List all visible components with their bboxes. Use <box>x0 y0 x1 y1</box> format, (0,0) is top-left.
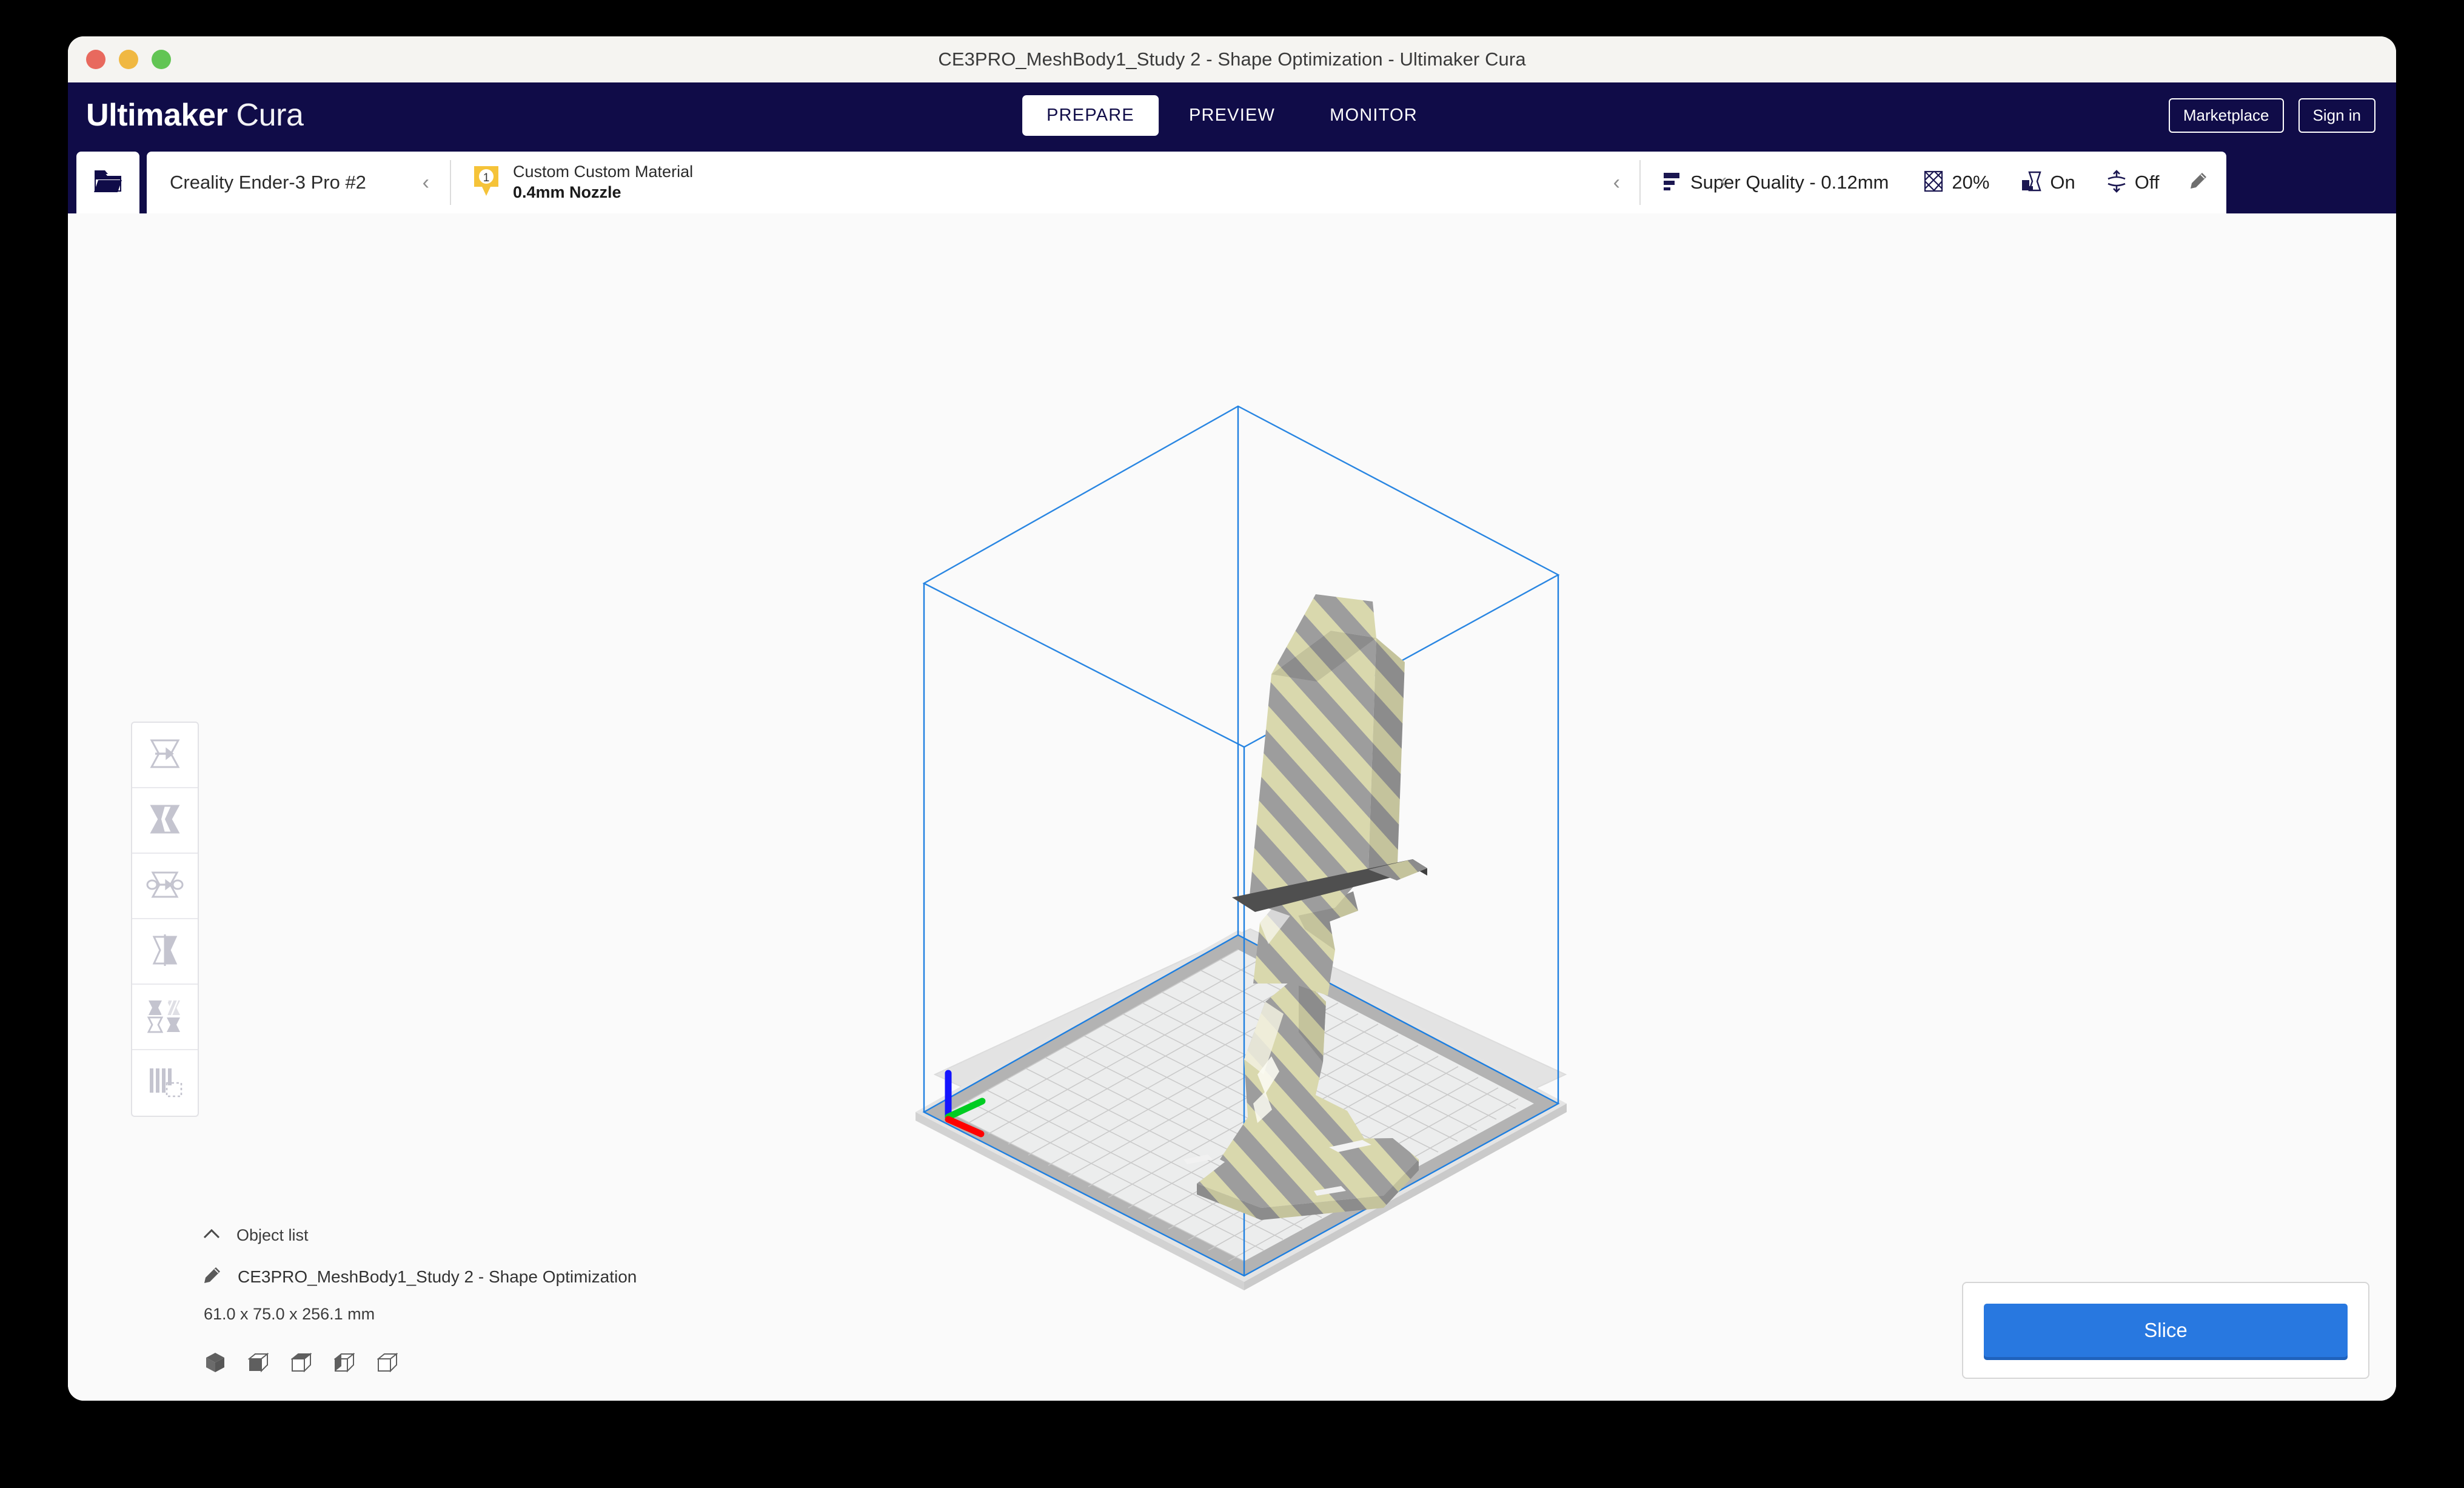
window-title: CE3PRO_MeshBody1_Study 2 - Shape Optimiz… <box>938 49 1526 70</box>
pencil-icon[interactable] <box>2188 171 2208 195</box>
adhesion-state: Off <box>2134 172 2160 193</box>
tool-column <box>131 722 199 1117</box>
cube-normal-icon[interactable] <box>205 1352 226 1376</box>
cube-dont-support-overlap-icon[interactable] <box>333 1352 355 1376</box>
window-titlebar: CE3PRO_MeshBody1_Study 2 - Shape Optimiz… <box>68 36 2396 82</box>
infill-item: 20% <box>1923 169 1989 196</box>
configuration-group: Creality Ender-3 Pro #2 ‹ 1 Custom Custo… <box>147 152 2226 213</box>
3d-viewport[interactable]: Object list CE3PRO_MeshBody1_Study 2 - S… <box>68 213 2396 1401</box>
app-logo: Ultimaker Cura <box>86 97 304 133</box>
scale-tool[interactable] <box>132 788 198 854</box>
adhesion-icon <box>2106 169 2128 196</box>
infill-icon <box>1923 169 1944 196</box>
svg-text:1: 1 <box>483 172 490 184</box>
object-list-panel: Object list CE3PRO_MeshBody1_Study 2 - S… <box>203 1226 637 1376</box>
support-state: On <box>2050 172 2075 193</box>
object-list-header[interactable]: Object list <box>203 1226 637 1245</box>
infill-density: 20% <box>1952 172 1990 193</box>
extruder-badge-icon: 1 <box>473 165 500 201</box>
chevron-left-icon[interactable]: ‹ <box>1720 169 1727 192</box>
maximize-window-button[interactable] <box>152 50 171 69</box>
nozzle-size: 0.4mm Nozzle <box>513 183 621 201</box>
chevron-left-icon[interactable]: ‹ <box>1613 172 1620 193</box>
sign-in-button[interactable]: Sign in <box>2298 98 2375 133</box>
mirror-tool[interactable] <box>132 919 198 985</box>
folder-open-icon <box>93 169 122 197</box>
tab-prepare[interactable]: PREPARE <box>1022 95 1159 136</box>
application-window: CE3PRO_MeshBody1_Study 2 - Shape Optimiz… <box>68 36 2396 1401</box>
mesh-type-buttons <box>205 1352 637 1376</box>
material-selector[interactable]: 1 Custom Custom Material 0.4mm Nozzle ‹ <box>451 152 1639 213</box>
layer-height-icon <box>1661 170 1683 196</box>
adhesion-item: Off <box>2106 169 2160 196</box>
support-icon <box>2020 169 2043 196</box>
tab-monitor[interactable]: MONITOR <box>1305 95 1442 136</box>
rotate-icon <box>146 868 184 905</box>
cube-modify-settings-icon[interactable] <box>290 1352 312 1376</box>
chevron-left-icon[interactable]: ‹ <box>423 172 429 193</box>
scale-icon <box>147 802 183 839</box>
main-tabs: PREPARE PREVIEW MONITOR <box>1022 95 1442 136</box>
configuration-bar: Creality Ender-3 Pro #2 ‹ 1 Custom Custo… <box>68 148 2396 213</box>
slice-button[interactable]: Slice <box>1984 1304 2348 1357</box>
chevron-up-icon[interactable] <box>203 1228 221 1243</box>
mirror-icon <box>147 933 183 970</box>
material-name: Custom Custom Material <box>513 163 694 181</box>
build-scene <box>68 213 2396 1401</box>
build-plate-surface <box>916 930 1567 1290</box>
per-model-settings-tool[interactable] <box>132 985 198 1050</box>
close-window-button[interactable] <box>86 50 105 69</box>
print-settings-collapse[interactable]: ‹ <box>1720 170 1727 191</box>
object-list-title: Object list <box>236 1226 309 1244</box>
support-blocker-icon <box>146 1065 184 1102</box>
object-name: CE3PRO_MeshBody1_Study 2 - Shape Optimiz… <box>238 1267 637 1286</box>
brand-cura: Cura <box>236 98 304 133</box>
traffic-lights <box>86 50 171 69</box>
brand-ultimaker: Ultimaker <box>86 98 228 133</box>
rotate-tool[interactable] <box>132 854 198 919</box>
open-file-button[interactable] <box>76 152 139 213</box>
cura-header: Ultimaker Cura PREPARE PREVIEW MONITOR M… <box>68 82 2396 148</box>
marketplace-button[interactable]: Marketplace <box>2168 98 2284 133</box>
object-list-item[interactable]: CE3PRO_MeshBody1_Study 2 - Shape Optimiz… <box>203 1265 637 1288</box>
tab-preview[interactable]: PREVIEW <box>1165 95 1299 136</box>
move-icon <box>147 737 183 774</box>
object-dimensions: 61.0 x 75.0 x 256.1 mm <box>204 1305 375 1323</box>
cube-infill-mesh-icon[interactable] <box>377 1352 398 1376</box>
scene-svg <box>916 405 1567 1290</box>
move-tool[interactable] <box>132 723 198 788</box>
per-model-settings-icon <box>146 998 184 1036</box>
support-item: On <box>2020 169 2075 196</box>
pencil-icon <box>203 1265 222 1288</box>
material-text: Custom Custom Material 0.4mm Nozzle <box>513 162 693 203</box>
print-settings-selector[interactable]: Super Quality - 0.12mm 20% On Off <box>1641 152 2226 213</box>
quality-item: Super Quality - 0.12mm <box>1661 170 1889 196</box>
printer-selector[interactable]: Creality Ender-3 Pro #2 ‹ <box>147 152 450 213</box>
minimize-window-button[interactable] <box>119 50 138 69</box>
cube-print-as-support-icon[interactable] <box>247 1352 269 1376</box>
action-panel: Slice <box>1962 1282 2369 1379</box>
printer-name: Creality Ender-3 Pro #2 <box>170 172 366 193</box>
material-info: 1 Custom Custom Material 0.4mm Nozzle <box>473 162 693 203</box>
support-blocker-tool[interactable] <box>132 1050 198 1116</box>
header-actions: Marketplace Sign in <box>2168 98 2375 133</box>
